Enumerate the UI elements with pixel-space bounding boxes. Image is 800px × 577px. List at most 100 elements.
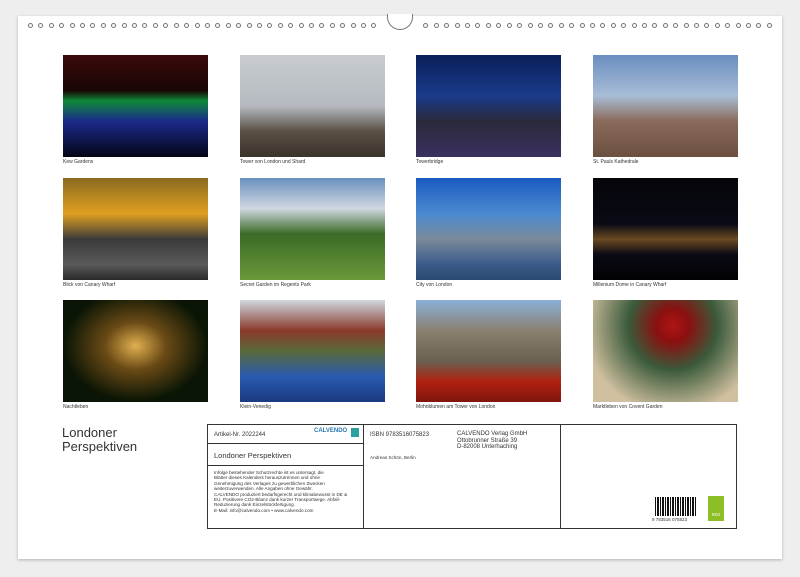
photo-caption: Klein-Venedig: [240, 404, 271, 410]
binding-hole: [371, 22, 377, 28]
author: Andreas Schön, Berlin: [370, 455, 416, 460]
binding-hole: [517, 22, 523, 28]
binding-hole: [444, 22, 450, 28]
month-photo: [416, 300, 561, 402]
binding-hole: [288, 22, 294, 28]
month-photo: [593, 178, 738, 280]
month-photo: [63, 55, 208, 157]
binding-hole: [277, 22, 283, 28]
binding-hole: [215, 22, 221, 28]
binding-hole: [558, 22, 564, 28]
binding-hole: [673, 22, 679, 28]
binding-hole: [569, 22, 575, 28]
calendar-title: Londoner Perspektiven: [62, 425, 138, 454]
binding-hole: [694, 22, 699, 28]
binding-hole: [433, 22, 439, 28]
binding-hole: [28, 22, 33, 28]
binding-hole: [423, 22, 429, 28]
article-number: Artikel-Nr. 2022244: [214, 432, 266, 438]
binding-hole: [298, 22, 304, 28]
binding-hole: [589, 22, 595, 28]
publisher-name: CALVENDO Verlag GmbH: [457, 431, 528, 437]
product-title: Londoner Perspektiven: [214, 451, 292, 460]
photo-caption: Millenium Dome in Canary Wharf: [593, 282, 667, 288]
binding-hole: [59, 22, 65, 28]
binding-hole: [38, 22, 44, 28]
binding-hole: [111, 22, 117, 28]
binding-hole: [506, 22, 512, 28]
month-photo: [63, 178, 208, 280]
binding-hole: [683, 22, 689, 28]
binding-hole: [621, 22, 627, 28]
binding-hole: [704, 22, 710, 28]
binding-hole: [350, 22, 356, 28]
binding-hole: [548, 22, 554, 28]
binding-hole: [163, 22, 169, 28]
binding-hole: [100, 22, 106, 28]
binding-hole: [48, 22, 54, 28]
photo-caption: Nachtleben: [63, 404, 89, 410]
binding-hole: [652, 22, 658, 28]
binding-hole: [725, 22, 731, 28]
photo-caption: Mohnblumen am Tower von London: [416, 404, 496, 410]
binding-hole: [90, 22, 96, 28]
publisher-address: CALVENDO Verlag GmbH Ottobrunner Straße …: [457, 431, 527, 451]
binding-hole: [308, 22, 314, 28]
photo-caption: St. Pauls Kathedrale: [593, 159, 639, 165]
month-photo: [416, 178, 561, 280]
publisher-city: D-82008 Unterhaching: [457, 444, 518, 450]
binding-hole: [465, 22, 471, 28]
month-photo: [240, 178, 385, 280]
legal-line: E-Mail: info@calvendo.com • www.calvendo…: [214, 507, 314, 513]
calvendo-logo-icon: [351, 428, 359, 437]
binding-hole: [236, 22, 242, 28]
binding-hole: [246, 22, 252, 28]
month-photo: [63, 300, 208, 402]
binding-hole: [132, 22, 138, 28]
binding-hole: [152, 22, 158, 28]
binding-hole: [641, 22, 647, 28]
binding-hole: [80, 22, 86, 28]
binding-hole: [475, 22, 481, 28]
binding-hole: [340, 22, 346, 28]
binding-hole: [735, 22, 741, 28]
month-photo: [593, 55, 738, 157]
binding-hole: [184, 22, 190, 28]
photo-caption: Marktleben von Covent Garden: [593, 404, 663, 410]
binding-hole: [600, 22, 606, 28]
binding-hole: [256, 22, 262, 28]
binding-hole: [225, 22, 231, 28]
eco-leaf-icon: eco: [708, 496, 724, 521]
binding-hole: [485, 22, 491, 28]
photo-caption: Towerbridge: [416, 159, 444, 165]
binding-hole: [527, 22, 533, 28]
binding-hole: [142, 22, 148, 28]
binding-hole: [746, 22, 752, 28]
photo-caption: City von London: [416, 282, 453, 288]
isbn: ISBN 9783516075823: [370, 432, 430, 438]
binding-hole: [756, 22, 762, 28]
binding-hole: [579, 22, 585, 28]
barcode-number: 9 783516 075823: [652, 517, 688, 522]
binding-hole: [173, 22, 179, 28]
binding-hole: [662, 22, 668, 28]
binding-hole: [329, 22, 335, 28]
binding-hole: [714, 22, 720, 28]
binding-hole: [319, 22, 325, 28]
month-photo: [240, 55, 385, 157]
month-photo: [593, 300, 738, 402]
photo-caption: Blick von Canary Wharf: [63, 282, 116, 288]
binding-hole: [454, 22, 460, 28]
photo-caption: Secret Garden im Regents Park: [240, 282, 311, 288]
binding-hole: [69, 22, 75, 28]
binding-hole: [121, 22, 127, 28]
binding-hole: [496, 22, 502, 28]
barcode: [655, 497, 697, 516]
binding-hole: [204, 22, 210, 28]
binding-hole: [537, 22, 543, 28]
calvendo-logo: CALVENDO: [314, 428, 348, 434]
legal-text: Infolge bestehender Schutzrechte ist es …: [214, 470, 347, 513]
photo-caption: Kew Gardens: [63, 159, 94, 165]
month-photo: [240, 300, 385, 402]
binding-hole: [361, 22, 366, 28]
